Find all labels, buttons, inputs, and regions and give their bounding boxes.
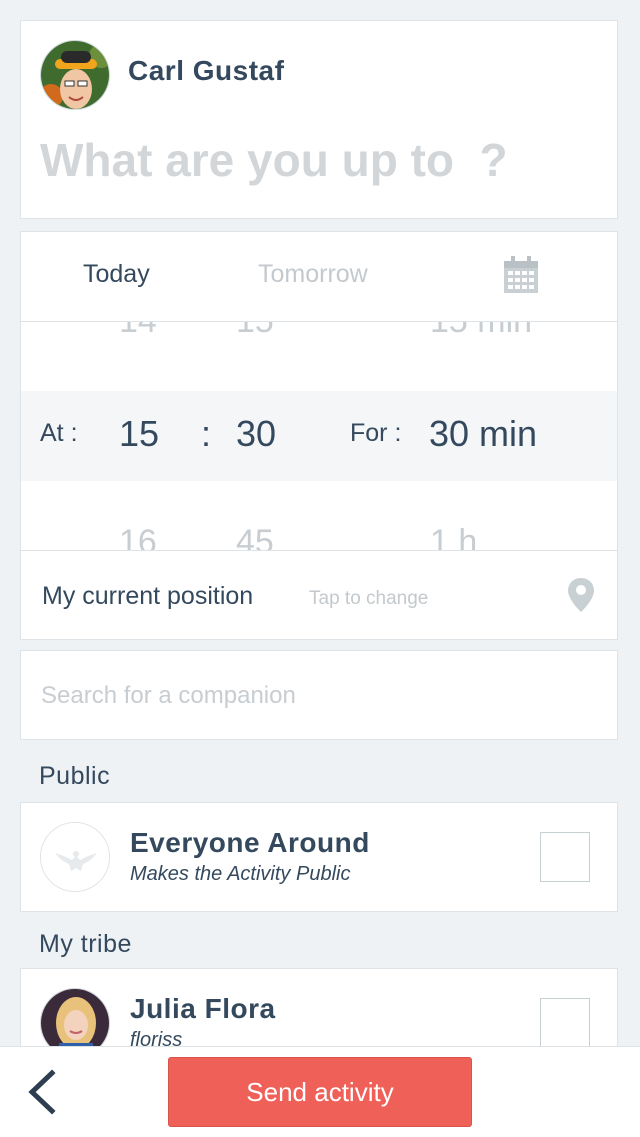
time-separator: :	[201, 413, 212, 454]
activity-composer: Carl Gustaf	[20, 20, 618, 219]
calendar-icon[interactable]	[503, 256, 539, 294]
section-title-public: Public	[39, 762, 111, 790]
section-title-tribe: My tribe	[39, 930, 132, 958]
hour-selected[interactable]: 15	[119, 413, 159, 455]
everyone-around-checkbox[interactable]	[540, 832, 590, 882]
user-name: Carl Gustaf	[128, 55, 285, 86]
companion-search-input[interactable]	[41, 676, 581, 716]
scheduler-card: Today Tomorrow 14 15 15 min At : 15 : 30	[20, 231, 618, 640]
hour-next[interactable]: 16	[119, 523, 157, 550]
map-pin-icon[interactable]	[567, 577, 595, 613]
duration-prev[interactable]: 15 min	[430, 322, 532, 341]
chevron-left-icon[interactable]	[22, 1069, 62, 1115]
tab-today[interactable]: Today	[83, 260, 150, 289]
minute-selected[interactable]: 30	[236, 413, 276, 455]
at-label: At :	[40, 419, 78, 447]
user-avatar	[40, 40, 110, 110]
list-item-everyone-around[interactable]: Everyone Around Makes the Activity Publi…	[20, 802, 618, 912]
send-activity-button[interactable]: Send activity	[168, 1057, 472, 1127]
location-row[interactable]: My current position Tap to change	[21, 550, 617, 639]
duration-next[interactable]: 1 h	[430, 523, 477, 550]
day-tabs: Today Tomorrow	[21, 232, 617, 322]
julia-flora-checkbox[interactable]	[540, 998, 590, 1048]
eagle-icon	[40, 822, 110, 892]
bottom-action-bar: Send activity	[0, 1046, 640, 1137]
duration-selected[interactable]: 30 min	[429, 413, 537, 455]
location-label: My current position	[42, 582, 254, 610]
everyone-around-name: Everyone Around	[130, 827, 370, 858]
minute-prev[interactable]: 15	[236, 322, 274, 341]
everyone-around-subtitle: Makes the Activity Public	[130, 863, 351, 885]
julia-flora-name: Julia Flora	[130, 993, 276, 1024]
for-label: For :	[350, 419, 402, 447]
time-picker[interactable]: 14 15 15 min At : 15 : 30 For : 30 min 1…	[21, 322, 617, 550]
tab-tomorrow[interactable]: Tomorrow	[258, 260, 368, 289]
hour-prev[interactable]: 14	[119, 322, 157, 341]
location-hint: Tap to change	[309, 588, 429, 609]
minute-next[interactable]: 45	[236, 523, 274, 550]
companion-search	[20, 650, 618, 740]
activity-input[interactable]	[40, 125, 580, 195]
